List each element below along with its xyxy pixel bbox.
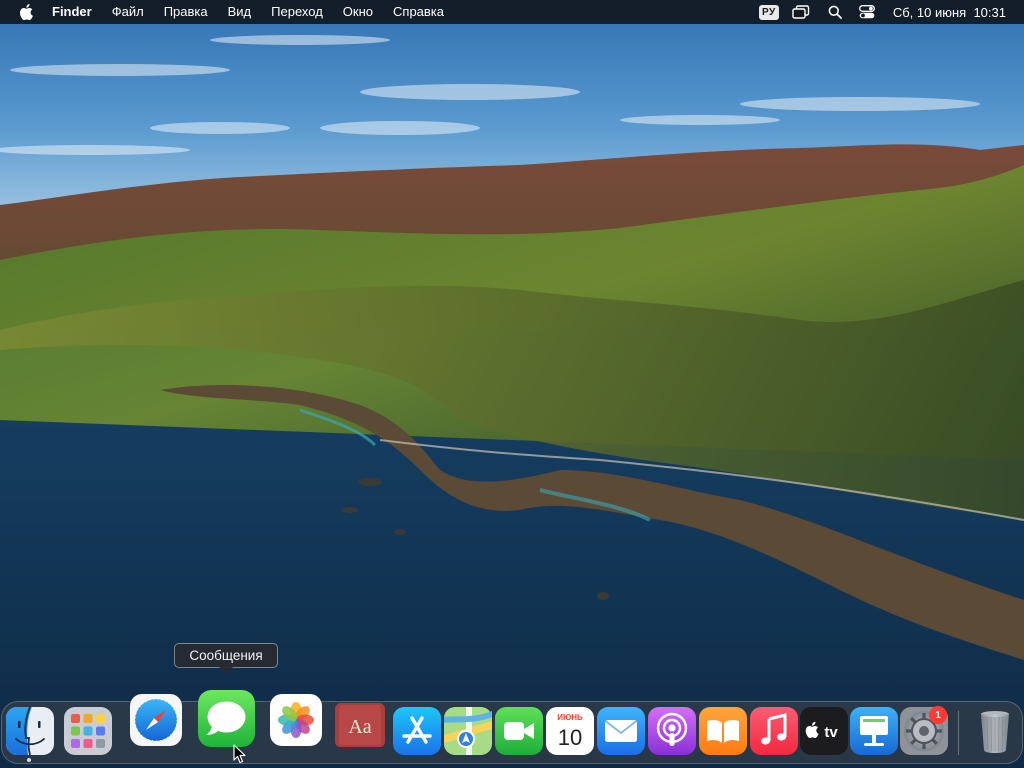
calendar-month: ИЮНЬ: [557, 713, 583, 722]
menu-view[interactable]: Вид: [218, 0, 262, 24]
clock-time: 10:31: [973, 4, 1006, 20]
dock-facetime-icon[interactable]: [493, 705, 545, 757]
dock-trash-icon[interactable]: [969, 705, 1021, 757]
dock-maps-icon[interactable]: [442, 705, 494, 757]
dock-tooltip: Сообщения: [174, 643, 278, 668]
clock-date: Сб, 10 июня: [892, 4, 967, 20]
dock-mail-icon[interactable]: [595, 705, 647, 757]
dock-calendar-icon[interactable]: ИЮНЬ 10: [544, 705, 596, 757]
menu-window[interactable]: Окно: [333, 0, 383, 24]
dock-launchpad-icon[interactable]: [62, 705, 114, 757]
dock-messages-icon[interactable]: [198, 690, 255, 747]
dock-photos-icon[interactable]: [270, 694, 322, 746]
menu-bar: Finder Файл Правка Вид Переход Окно Спра…: [0, 0, 1024, 24]
apple-menu-icon[interactable]: [18, 3, 34, 21]
mouse-cursor-icon: [233, 744, 246, 764]
menu-help[interactable]: Справка: [383, 0, 454, 24]
spotlight-search-icon[interactable]: [820, 0, 850, 24]
screen-mirroring-icon[interactable]: [782, 0, 820, 24]
dock-podcasts-icon[interactable]: [646, 705, 698, 757]
menu-bar-clock[interactable]: Сб, 10 июня 10:31: [884, 5, 1024, 20]
input-source-menu[interactable]: РУ: [756, 0, 782, 24]
menu-file[interactable]: Файл: [102, 0, 154, 24]
finder-running-indicator: [27, 758, 31, 762]
dock-tv-icon[interactable]: tv: [798, 705, 850, 757]
dock-dictionary-icon[interactable]: Aa: [335, 703, 385, 749]
tv-label: tv: [824, 724, 838, 741]
dock-keynote-icon[interactable]: [848, 705, 900, 757]
dock-safari-icon[interactable]: [129, 693, 183, 747]
dock-finder-icon[interactable]: [4, 705, 56, 757]
calendar-day: 10: [558, 725, 582, 750]
tooltip-arrow: [219, 667, 233, 674]
menu-go[interactable]: Переход: [261, 0, 333, 24]
dock-separator: [958, 711, 959, 755]
control-center-icon[interactable]: [850, 0, 884, 24]
dictionary-label: Aa: [348, 716, 371, 738]
dock-music-icon[interactable]: [748, 705, 800, 757]
dock-app-store-icon[interactable]: [391, 705, 443, 757]
app-menu-finder[interactable]: Finder: [52, 0, 102, 24]
menu-edit[interactable]: Правка: [154, 0, 218, 24]
desktop-wallpaper: [0, 0, 1024, 768]
input-source-badge: РУ: [758, 4, 779, 20]
dock-books-icon[interactable]: [697, 705, 749, 757]
system-preferences-badge: 1: [929, 706, 947, 724]
